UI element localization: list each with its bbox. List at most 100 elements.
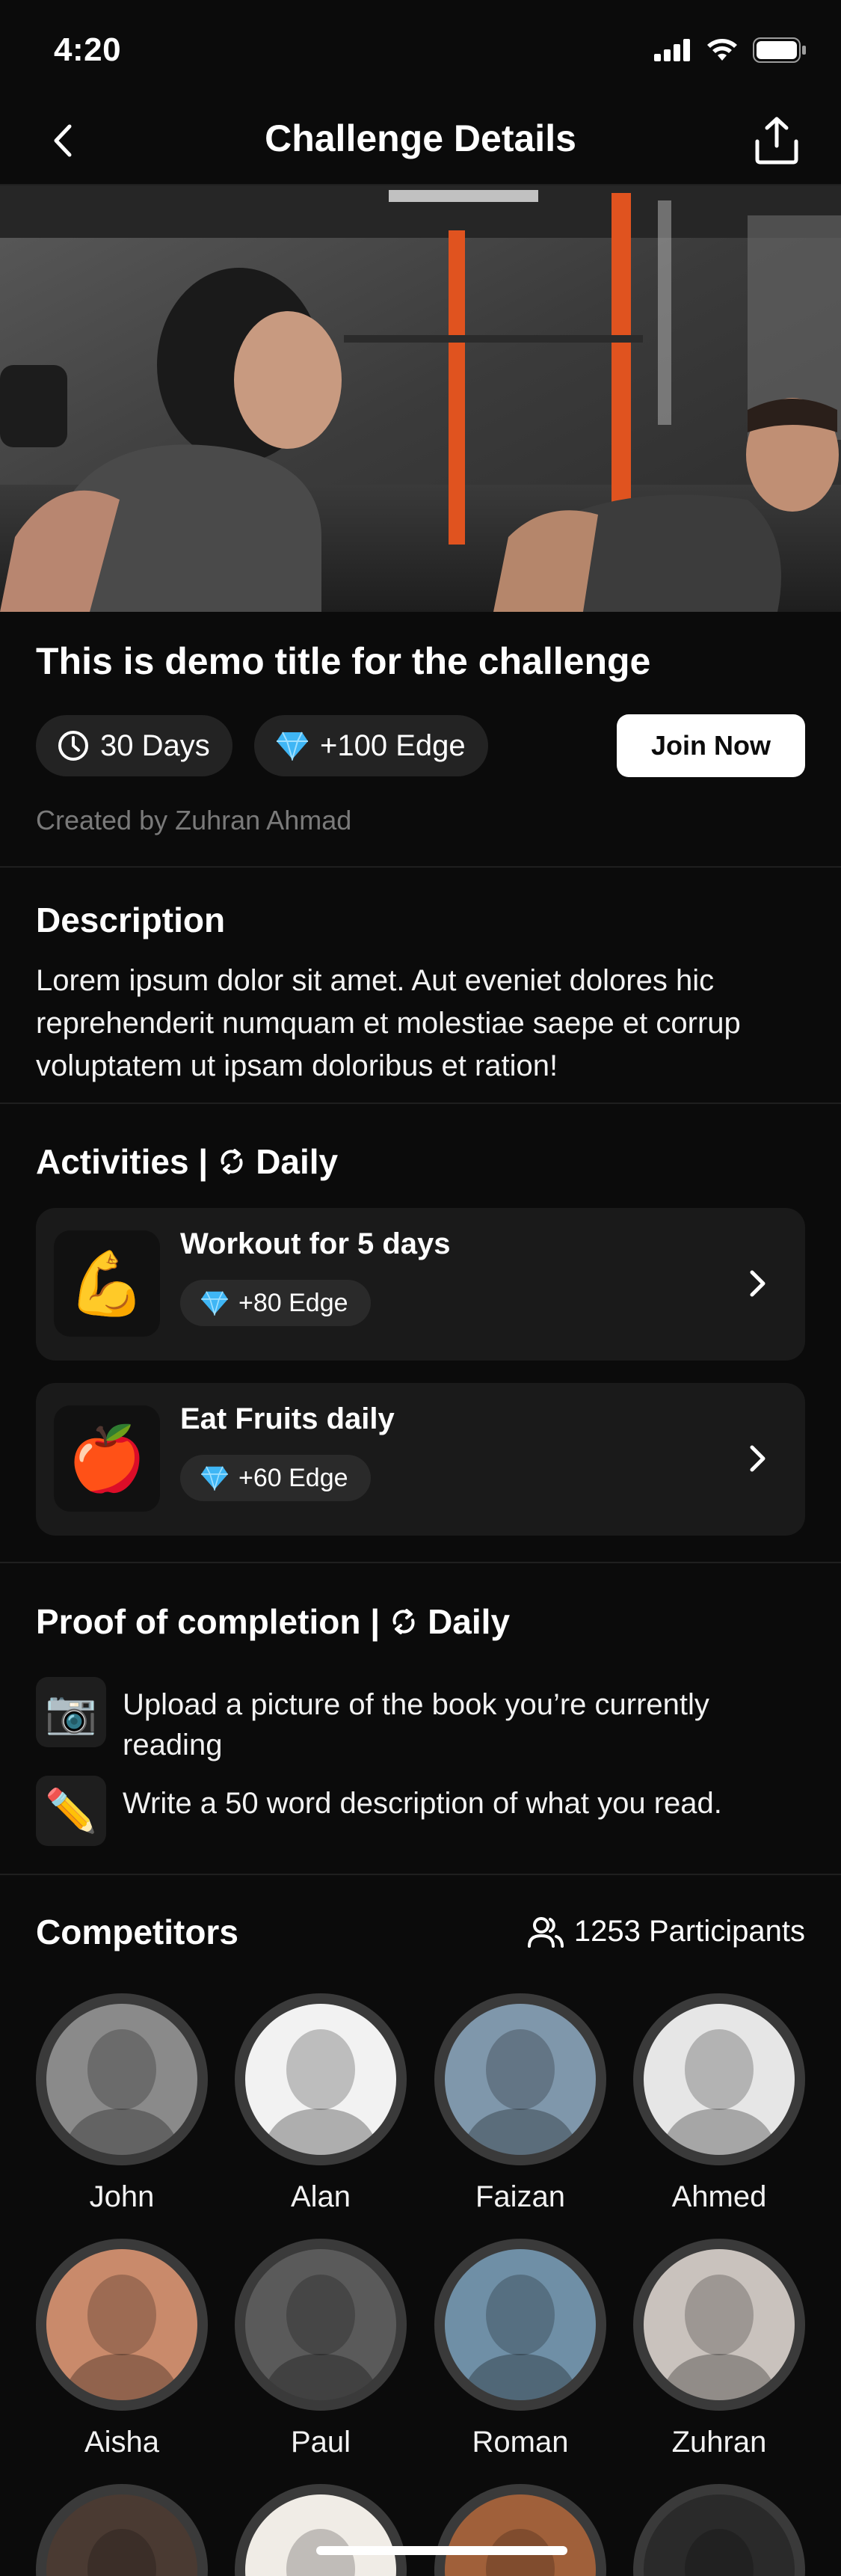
- avatar-ring: [434, 1993, 606, 2165]
- page-title: Challenge Details: [265, 117, 576, 159]
- competitor-item[interactable]: Aisha: [36, 2239, 208, 2459]
- participants-count[interactable]: 1253 Participants: [527, 1915, 805, 1948]
- join-now-button[interactable]: Join Now: [617, 714, 805, 777]
- avatar-ring: [633, 2484, 805, 2576]
- competitor-item[interactable]: Faizan: [434, 1993, 606, 2214]
- share-icon: [755, 117, 798, 165]
- activity-edge-badge: +80 Edge: [180, 1280, 371, 1326]
- competitors-heading: Competitors: [36, 1912, 238, 1952]
- divider: [0, 1103, 841, 1104]
- proof-item: 📷 Upload a picture of the book you’re cu…: [36, 1677, 813, 1765]
- competitor-name: Zuhran: [671, 2426, 767, 2459]
- avatar: [46, 2494, 197, 2576]
- avatar: [445, 2494, 596, 2576]
- activity-card[interactable]: 💪 Workout for 5 days +80 Edge: [36, 1208, 805, 1361]
- status-time: 4:20: [54, 31, 122, 68]
- users-icon: [527, 1916, 564, 1948]
- repeat-icon: [221, 1149, 243, 1174]
- signal-icon: [654, 39, 690, 61]
- activity-card[interactable]: 🍎 Eat Fruits daily +60 Edge: [36, 1383, 805, 1536]
- competitor-item[interactable]: Roman: [434, 2239, 606, 2459]
- flexed-biceps-icon: 💪: [54, 1230, 160, 1337]
- competitor-name: Paul: [290, 2426, 351, 2459]
- proof-item: ✏️ Write a 50 word description of what y…: [36, 1776, 813, 1846]
- challenge-title: This is demo title for the challenge: [36, 640, 651, 682]
- activities-heading-label: Activities |: [36, 1142, 209, 1181]
- avatar: [644, 2494, 795, 2576]
- proof-item-text: Upload a picture of the book you’re curr…: [123, 1688, 709, 1761]
- competitor-item[interactable]: [633, 2484, 805, 2576]
- proof-item-text: Write a 50 word description of what you …: [123, 1787, 722, 1820]
- edge-label: +100 Edge: [320, 729, 466, 762]
- created-by-text: Created by Zuhran Ahmad: [36, 805, 352, 835]
- competitor-item[interactable]: Zuhran: [633, 2239, 805, 2459]
- challenge-hero-image: [0, 185, 841, 612]
- apple-icon: 🍎: [54, 1405, 160, 1512]
- avatar-ring: [633, 2239, 805, 2411]
- proof-frequency: Daily: [428, 1602, 511, 1641]
- avatar: [245, 2249, 396, 2400]
- avatar-ring: [235, 1993, 407, 2165]
- battery-icon: [753, 37, 806, 63]
- avatar: [445, 2004, 596, 2155]
- avatar-ring: [235, 2239, 407, 2411]
- activities-heading: Activities | Daily: [36, 1141, 338, 1182]
- nav-bar: Challenge Details: [0, 97, 841, 185]
- participants-label: 1253 Participants: [573, 1915, 805, 1948]
- competitor-name: Roman: [472, 2426, 569, 2459]
- avatar: [644, 2249, 795, 2400]
- diamond-icon: [201, 1291, 228, 1316]
- avatar-ring: [36, 2484, 208, 2576]
- duration-label: 30 Days: [100, 729, 210, 762]
- diamond-icon: [201, 1466, 228, 1491]
- avatar: [644, 2004, 795, 2155]
- avatar-ring: [434, 2239, 606, 2411]
- avatar-ring: [633, 1993, 805, 2165]
- chevron-right-icon: [739, 1440, 777, 1477]
- clock-icon: [58, 731, 88, 761]
- avatar: [245, 2494, 396, 2576]
- hero-photo: [0, 185, 841, 612]
- description-heading: Description: [36, 900, 225, 940]
- share-button[interactable]: [750, 114, 804, 168]
- avatar: [445, 2249, 596, 2400]
- avatar-ring: [434, 2484, 606, 2576]
- competitor-name: Ahmed: [671, 2180, 767, 2213]
- competitor-item[interactable]: Ahmed: [633, 1993, 805, 2214]
- proof-heading: Proof of completion | Daily: [36, 1601, 510, 1642]
- edge-chip: +100 Edge: [254, 715, 488, 776]
- competitor-item[interactable]: [235, 2484, 407, 2576]
- competitor-item[interactable]: [36, 2484, 208, 2576]
- competitor-item[interactable]: Alan: [235, 1993, 407, 2214]
- description-heading-label: Description: [36, 901, 226, 939]
- chevron-right-icon: [739, 1265, 777, 1302]
- repeat-icon: [392, 1609, 415, 1634]
- activity-edge-label: +60 Edge: [238, 1463, 348, 1492]
- competitor-name: Aisha: [84, 2426, 160, 2459]
- divider: [0, 1874, 841, 1875]
- activities-frequency: Daily: [256, 1142, 339, 1181]
- competitor-name: John: [89, 2180, 155, 2213]
- activity-name: Eat Fruits daily: [180, 1402, 395, 1435]
- diamond-icon: [277, 732, 308, 761]
- avatar: [46, 2249, 197, 2400]
- competitor-item[interactable]: John: [36, 1993, 208, 2214]
- competitor-name: Alan: [290, 2180, 351, 2213]
- competitor-name: Faizan: [475, 2180, 566, 2213]
- avatar-ring: [235, 2484, 407, 2576]
- competitor-item[interactable]: [434, 2484, 606, 2576]
- status-bar: 4:20: [0, 0, 841, 97]
- status-icons: [654, 37, 807, 63]
- pencil-icon: ✏️: [36, 1776, 106, 1846]
- activity-edge-badge: +60 Edge: [180, 1455, 371, 1501]
- avatar-ring: [36, 2239, 208, 2411]
- activity-name: Workout for 5 days: [180, 1227, 451, 1260]
- camera-icon: 📷: [36, 1677, 106, 1747]
- avatar: [46, 2004, 197, 2155]
- home-indicator: [316, 2546, 567, 2555]
- wifi-icon: [707, 39, 737, 61]
- avatar: [245, 2004, 396, 2155]
- description-text: Lorem ipsum dolor sit amet. Aut eveniet …: [36, 964, 741, 1082]
- activity-edge-label: +80 Edge: [238, 1288, 348, 1317]
- competitor-item[interactable]: Paul: [235, 2239, 407, 2459]
